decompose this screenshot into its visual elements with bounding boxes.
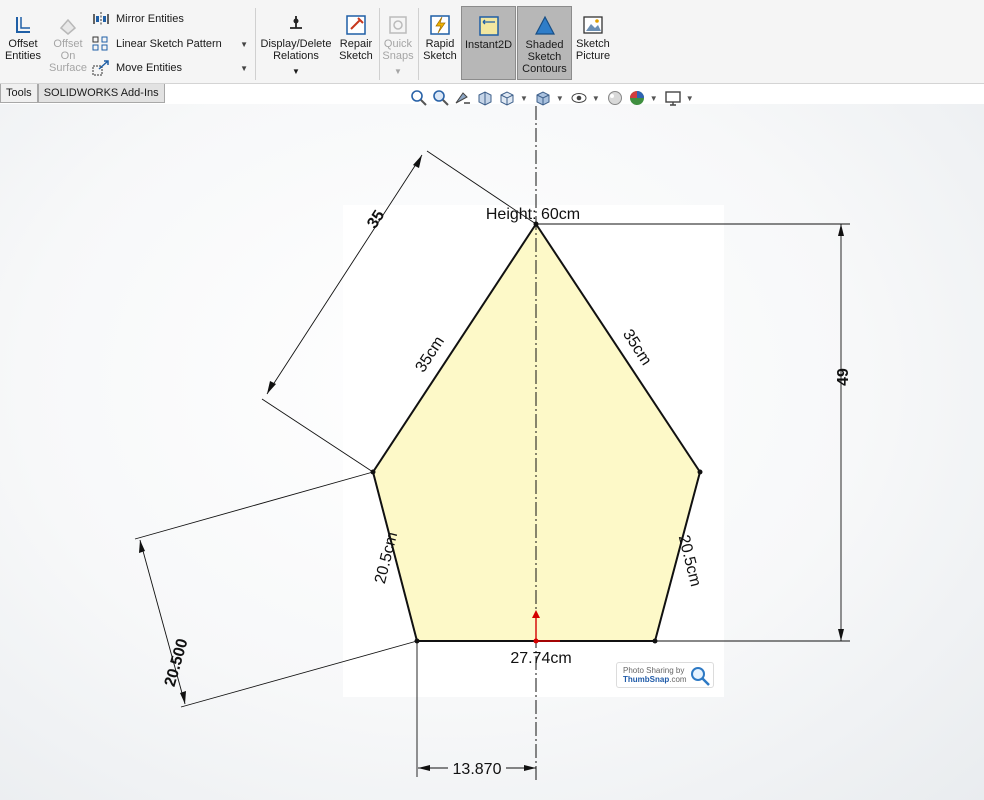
shaded-sketch-contours-button[interactable]: Shaded Sketch Contours	[517, 6, 572, 80]
sketch-point-right[interactable]	[697, 469, 703, 475]
rapid-sketch-icon	[430, 15, 450, 35]
chevron-down-icon[interactable]: ▼	[240, 40, 248, 49]
relations-icon	[290, 16, 302, 29]
thumbsnap-watermark: Photo Sharing by ThumbSnap.com	[616, 662, 714, 688]
chevron-down-icon[interactable]: ▼	[394, 66, 402, 78]
command-manager-ribbon: Offset Entities Offset On Surface Mirror…	[0, 0, 984, 84]
offset-on-surface-icon	[59, 18, 77, 35]
ribbon-separator	[418, 8, 419, 80]
tab-tools[interactable]: Tools	[0, 84, 38, 103]
dimension-arrow-icon	[838, 224, 844, 236]
magnifier-icon	[691, 667, 710, 686]
sketch-graphics: 35 20.500 49 13.870 Height: 60cm 35cm 35…	[134, 104, 852, 780]
display-delete-relations-button[interactable]: Display/Delete Relations ▼	[259, 6, 333, 80]
chevron-down-icon[interactable]: ▼	[292, 66, 300, 78]
tab-solidworks-add-ins[interactable]: SOLIDWORKS Add-Ins	[37, 84, 165, 103]
dimension-half-base[interactable]: 13.870	[453, 761, 502, 778]
linear-pattern-icon	[92, 36, 108, 51]
repair-sketch-icon	[346, 15, 366, 35]
instant2d-button[interactable]: Instant2D	[461, 6, 516, 80]
chevron-down-icon[interactable]: ▼	[686, 94, 694, 103]
quick-snaps-icon	[389, 16, 407, 34]
move-entities-button[interactable]: Move Entities ▼	[92, 59, 252, 77]
chevron-down-icon[interactable]: ▼	[240, 64, 248, 73]
offset-entities-icon	[16, 17, 30, 33]
dimension-vertical-height[interactable]: 49	[835, 368, 852, 386]
sketch-picture-icon	[583, 16, 603, 34]
mirror-entities-icon	[93, 12, 109, 26]
dimension-arrow-icon	[139, 540, 145, 553]
dimension-arrow-icon	[524, 765, 536, 771]
chevron-down-icon[interactable]: ▼	[650, 94, 658, 103]
offset-on-surface-button[interactable]: Offset On Surface	[48, 6, 88, 80]
origin-point[interactable]	[533, 638, 539, 644]
extension-line	[134, 471, 374, 540]
linear-sketch-pattern-button[interactable]: Linear Sketch Pattern ▼	[92, 35, 252, 53]
dimension-lower-left-edge[interactable]: 20.500	[162, 637, 192, 689]
sketch-picture-button[interactable]: Sketch Picture	[574, 6, 612, 80]
shaded-contours-icon	[534, 15, 555, 35]
quick-snaps-button[interactable]: Quick Snaps ▼	[380, 6, 416, 80]
instant2d-icon	[478, 16, 499, 36]
command-manager-tabs: Tools SOLIDWORKS Add-Ins	[0, 84, 165, 103]
move-entities-icon	[92, 60, 109, 76]
mirror-entities-button[interactable]: Mirror Entities	[92, 10, 252, 28]
chevron-down-icon[interactable]: ▼	[520, 94, 528, 103]
repair-sketch-button[interactable]: Repair Sketch	[336, 6, 376, 80]
ribbon-separator	[255, 8, 256, 80]
offset-entities-button[interactable]: Offset Entities	[2, 6, 44, 80]
dimension-arrow-icon	[838, 629, 844, 641]
rapid-sketch-button[interactable]: Rapid Sketch	[421, 6, 459, 80]
chevron-down-icon[interactable]: ▼	[592, 94, 600, 103]
chevron-down-icon[interactable]: ▼	[556, 94, 564, 103]
dimension-arrow-icon	[418, 765, 430, 771]
label-base: 27.74cm	[510, 650, 571, 667]
dimension-arrow-icon	[180, 691, 186, 704]
label-height: Height: 60cm	[486, 206, 580, 223]
